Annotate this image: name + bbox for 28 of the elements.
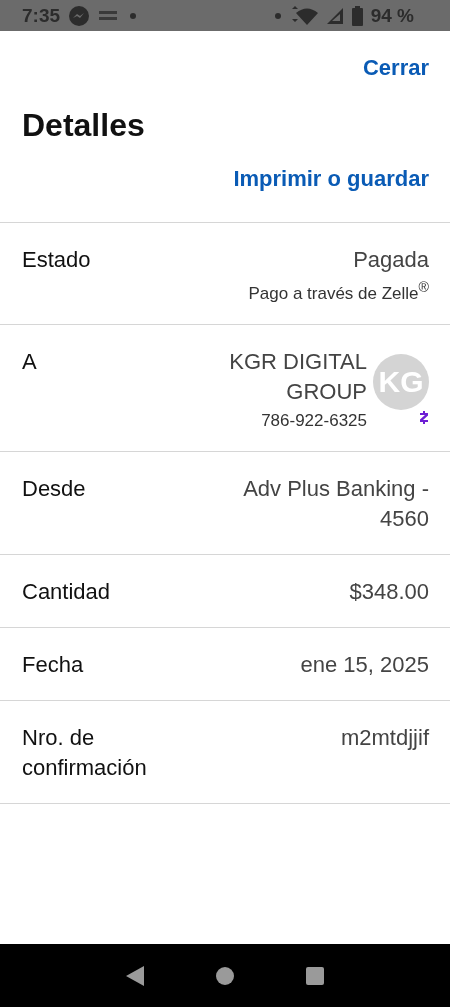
recipient-phone: 786-922-6325 [261,410,367,431]
row-value: ene 15, 2025 [300,650,429,679]
payment-note: Pago a través de Zelle$^{®}$ [248,279,429,304]
row-value: Pagada [353,246,429,274]
recipient-name: KGR DIGITAL GROUP [228,347,367,406]
signal-icon [325,6,344,25]
print-link[interactable]: Imprimir o guardar [233,166,429,192]
row-value: Adv Plus Banking - 4560 [242,474,429,533]
row-label: Estado [22,246,92,274]
close-link[interactable]: Cerrar [362,55,429,81]
badge-icon [419,410,429,424]
row-label: Fecha [22,650,85,679]
battery-icon [351,5,363,26]
battery-percent: 94 % [370,4,414,27]
row-value: $348.00 [349,577,429,606]
back-icon[interactable] [125,964,145,987]
row-label: Cantidad [22,577,112,606]
page-title: Detalles [22,107,146,144]
row-label: Nro. de confirmación [22,723,148,782]
app-icon [98,9,119,22]
chat-icon [68,4,91,27]
status-time: 7:35 [22,4,61,27]
dot-icon [273,11,282,20]
row-value: m2mtdjjif [341,723,429,752]
recents-icon[interactable] [305,965,325,986]
row-label: Desde [22,474,87,503]
home-icon[interactable] [215,965,235,986]
row-label: A [22,347,38,376]
